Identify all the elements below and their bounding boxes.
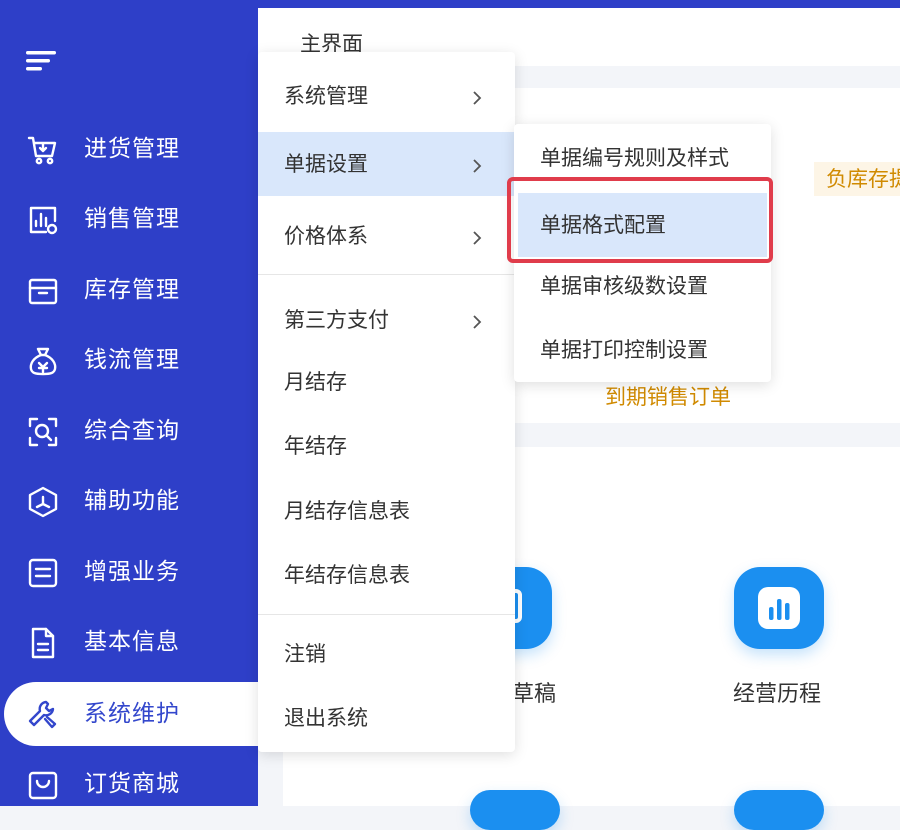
- cart-icon: [26, 133, 60, 167]
- sidebar-item-label: 系统维护: [84, 701, 180, 727]
- menu-item-exit-system[interactable]: 退出系统: [258, 686, 515, 750]
- sidebar-item-ordering-mall[interactable]: 订货商城: [0, 752, 258, 816]
- document-settings-submenu: 单据编号规则及样式 单据格式配置 单据审核级数设置 单据打印控制设置: [514, 124, 771, 382]
- app-tile-partial[interactable]: [734, 790, 824, 830]
- menu-item-system-management[interactable]: 系统管理: [258, 64, 515, 128]
- submenu-item-approval-levels[interactable]: 单据审核级数设置: [514, 254, 771, 318]
- menu-item-price-system[interactable]: 价格体系: [258, 204, 515, 268]
- menu-toggle-icon[interactable]: [26, 50, 58, 72]
- chevron-right-icon: [472, 314, 482, 333]
- business-history-icon[interactable]: [734, 567, 824, 649]
- menu-item-yearly-closing[interactable]: 年结存: [258, 414, 515, 478]
- sidebar-item-purchase[interactable]: 进货管理: [0, 117, 258, 181]
- chevron-right-icon: [472, 230, 482, 249]
- sidebar-item-system-maintenance[interactable]: 系统维护: [4, 682, 258, 746]
- system-maintenance-menu: 系统管理 单据设置 价格体系 第三方支付 月结存 年结存 月结存信息表 年结存信…: [258, 52, 515, 752]
- menu-divider: [258, 614, 515, 615]
- scan-search-icon: [26, 415, 60, 449]
- sidebar-item-inventory[interactable]: 库存管理: [0, 258, 258, 322]
- drafts-app-label[interactable]: 草稿: [512, 676, 556, 708]
- submenu-item-print-control[interactable]: 单据打印控制设置: [514, 318, 771, 382]
- sidebar-item-label: 基本信息: [84, 629, 180, 655]
- bag-icon: [26, 768, 60, 802]
- sidebar-item-query[interactable]: 综合查询: [0, 399, 258, 463]
- sidebar-item-cashflow[interactable]: 钱流管理: [0, 328, 258, 392]
- sales-chart-icon: [26, 203, 60, 237]
- due-sales-orders-link[interactable]: 到期销售订单: [605, 381, 731, 411]
- menu-item-document-settings[interactable]: 单据设置: [258, 132, 515, 196]
- sidebar: 进货管理 销售管理 库存管理 钱流管理 综合查询 辅助功能 增强业务 基本信息 …: [0, 0, 258, 806]
- sidebar-item-label: 销售管理: [84, 206, 180, 232]
- form-icon: [26, 556, 60, 590]
- sidebar-item-label: 订货商城: [84, 771, 180, 797]
- box-icon: [26, 274, 60, 308]
- sidebar-item-label: 钱流管理: [84, 347, 180, 373]
- chevron-right-icon: [472, 158, 482, 177]
- menu-item-monthly-closing[interactable]: 月结存: [258, 350, 515, 414]
- sidebar-item-label: 进货管理: [84, 136, 180, 162]
- sidebar-item-label: 增强业务: [84, 559, 180, 585]
- wrench-icon: [26, 698, 60, 732]
- cube-icon: [26, 485, 60, 519]
- submenu-item-numbering-rules[interactable]: 单据编号规则及样式: [514, 126, 771, 190]
- money-bag-icon: [26, 344, 60, 378]
- app-tile-partial[interactable]: [470, 790, 560, 830]
- sidebar-item-label: 库存管理: [84, 277, 180, 303]
- menu-divider: [258, 274, 515, 275]
- sidebar-item-auxiliary[interactable]: 辅助功能: [0, 469, 258, 533]
- menu-item-yearly-closing-report[interactable]: 年结存信息表: [258, 543, 515, 607]
- sidebar-item-label: 综合查询: [84, 418, 180, 444]
- menu-item-logout[interactable]: 注销: [258, 622, 515, 686]
- sidebar-item-enhanced[interactable]: 增强业务: [0, 540, 258, 604]
- document-icon: [26, 626, 60, 660]
- submenu-item-format-config[interactable]: 单据格式配置: [518, 193, 767, 257]
- sidebar-item-label: 辅助功能: [84, 488, 180, 514]
- menu-item-third-party-payment[interactable]: 第三方支付: [258, 288, 515, 352]
- chevron-right-icon: [472, 90, 482, 109]
- sidebar-item-sales[interactable]: 销售管理: [0, 187, 258, 251]
- negative-stock-alert[interactable]: 负库存提: [814, 162, 900, 196]
- sidebar-item-basic-info[interactable]: 基本信息: [0, 610, 258, 674]
- menu-item-monthly-closing-report[interactable]: 月结存信息表: [258, 479, 515, 543]
- business-history-label[interactable]: 经营历程: [733, 676, 821, 708]
